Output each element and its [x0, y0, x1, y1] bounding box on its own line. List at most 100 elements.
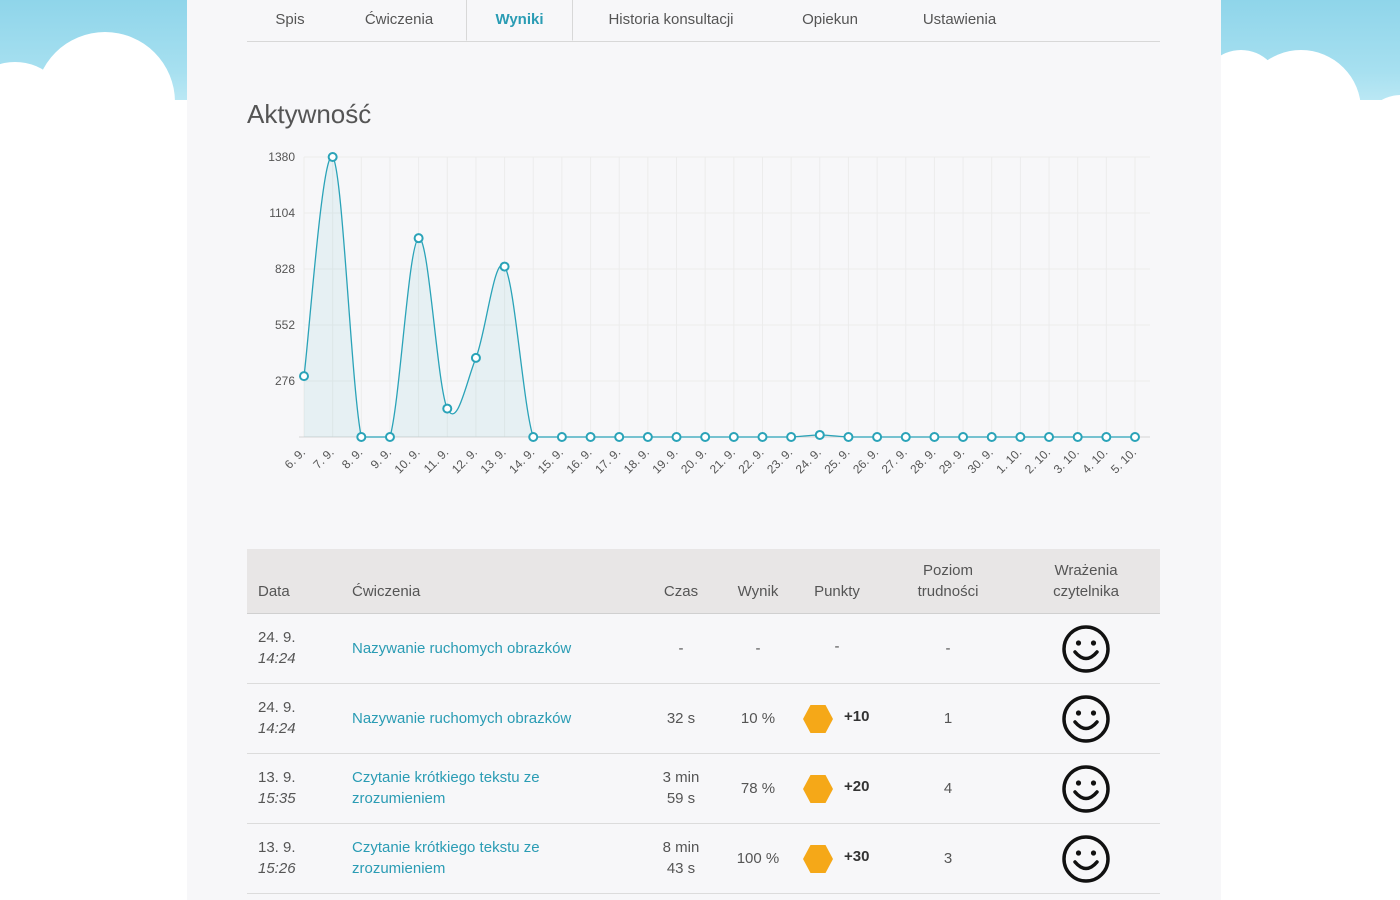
row-points: +20 — [844, 778, 870, 795]
x-tick-label: 10. 9. — [392, 445, 423, 476]
row-time-of-day: 15:26 — [258, 860, 296, 877]
x-tick-label: 30. 9. — [965, 445, 996, 476]
header-time: Czas — [663, 583, 699, 600]
row-duration-line2: 59 s — [666, 790, 696, 807]
tab-bar: Spis Ćwiczenia Wyniki Historia konsultac… — [247, 0, 1160, 42]
data-point — [872, 432, 883, 442]
y-tick-label: 276 — [275, 374, 295, 388]
table-row-1: 24. 9. 14:24 Nazywanie ruchomych obrazkó… — [247, 614, 1160, 684]
data-point — [470, 352, 481, 363]
row-duration: - — [678, 640, 684, 657]
data-point — [1072, 432, 1083, 442]
data-point — [843, 432, 854, 442]
table-row-4: 13. 9. 15:26 Czytanie krótkiego tekstu z… — [247, 824, 1160, 894]
smiley-face-icon[interactable] — [1061, 834, 1111, 884]
row-level: - — [945, 640, 951, 657]
x-tick-label: 7. 9. — [310, 445, 336, 471]
x-tick-label: 29. 9. — [936, 445, 967, 476]
row-level: 4 — [943, 780, 953, 797]
x-tick-label: 1. 10. — [993, 445, 1024, 476]
row-date: 13. 9. — [258, 769, 296, 786]
x-tick-label: 9. 9. — [368, 445, 394, 471]
tab-opiekun[interactable]: Opiekun — [787, 0, 873, 41]
row-points: - — [834, 638, 840, 655]
data-point — [299, 371, 309, 382]
row-exercise-link[interactable]: Nazywanie ruchomych obrazków — [352, 638, 571, 659]
x-tick-label: 2. 10. — [1022, 445, 1053, 476]
data-point — [900, 432, 911, 442]
tab-spis[interactable]: Spis — [247, 0, 333, 41]
x-tick-label: 3. 10. — [1051, 445, 1082, 476]
x-tick-label: 23. 9. — [764, 445, 795, 476]
row-exercise-link-line2[interactable]: zrozumieniem — [352, 788, 445, 809]
row-time-of-day: 15:35 — [258, 790, 296, 807]
data-point — [642, 432, 653, 442]
row-score: 100 % — [736, 850, 780, 867]
row-exercise-link[interactable]: Czytanie krótkiego tekstu ze — [352, 837, 540, 858]
header-impression-line1: Wrażenia — [1054, 562, 1118, 579]
data-point — [1130, 432, 1140, 442]
y-tick-label: 1380 — [268, 150, 295, 164]
y-tick-label: 828 — [275, 262, 295, 276]
table-body: 24. 9. 14:24 Nazywanie ruchomych obrazkó… — [247, 614, 1160, 894]
table-row-2: 24. 9. 14:24 Nazywanie ruchomych obrazkó… — [247, 684, 1160, 754]
series-area — [304, 156, 1135, 438]
row-date: 24. 9. — [258, 629, 296, 646]
main-panel: Spis Ćwiczenia Wyniki Historia konsultac… — [187, 0, 1221, 900]
tab-wyniki[interactable]: Wyniki — [466, 0, 573, 41]
data-point — [442, 403, 453, 414]
data-point — [728, 432, 739, 442]
x-tick-label: 17. 9. — [592, 445, 623, 476]
points-hexagon-icon — [803, 775, 833, 803]
points-hexagon-icon — [803, 845, 833, 873]
data-point — [671, 432, 682, 442]
tab-historia-konsultacji[interactable]: Historia konsultacji — [588, 0, 754, 41]
y-tick-label: 1104 — [269, 206, 295, 220]
row-exercise-link[interactable]: Czytanie krótkiego tekstu ze — [352, 767, 540, 788]
data-point — [929, 432, 940, 442]
data-point — [1015, 432, 1026, 442]
points-hexagon-icon — [803, 705, 833, 733]
x-tick-label: 14. 9. — [506, 445, 537, 476]
header-date: Data — [258, 583, 290, 600]
smiley-face-icon[interactable] — [1061, 624, 1111, 674]
data-point — [413, 233, 424, 244]
data-point — [1101, 432, 1112, 442]
x-tick-label: 25. 9. — [821, 445, 852, 476]
header-exercise: Ćwiczenia — [352, 583, 421, 600]
data-point — [585, 432, 596, 442]
data-point — [614, 432, 625, 442]
row-date: 13. 9. — [258, 839, 296, 856]
x-tick-label: 22. 9. — [735, 445, 766, 476]
header-level-line1: Poziom — [922, 562, 974, 579]
activity-chart: 276 552 828 1104 1380 6. 9. 7. 9. 8. 9. 9. 9.10.… — [268, 150, 1150, 476]
row-exercise-link[interactable]: Nazywanie ruchomych obrazków — [352, 708, 571, 729]
row-points: +30 — [844, 848, 870, 865]
tab-ustawienia[interactable]: Ustawienia — [907, 0, 1012, 41]
data-point — [499, 261, 510, 272]
tab-cwiczenia[interactable]: Ćwiczenia — [349, 0, 449, 41]
data-point — [327, 152, 338, 162]
x-tick-label: 26. 9. — [850, 445, 881, 476]
row-level: 3 — [943, 850, 953, 867]
x-tick-label: 12. 9. — [449, 445, 480, 476]
smiley-face-icon[interactable] — [1061, 694, 1111, 744]
smiley-face-icon[interactable] — [1061, 764, 1111, 814]
row-duration: 32 s — [666, 710, 696, 727]
row-points: +10 — [844, 708, 870, 725]
x-tick-label: 11. 9. — [421, 445, 452, 476]
data-point — [958, 432, 969, 442]
row-score: 78 % — [740, 780, 776, 797]
x-tick-label: 27. 9. — [879, 445, 910, 476]
row-exercise-link-line2[interactable]: zrozumieniem — [352, 858, 445, 879]
row-duration-line2: 43 s — [666, 860, 696, 877]
header-level-line2: trudności — [917, 583, 979, 600]
x-tick-label: 4. 10. — [1079, 445, 1110, 476]
sky-left-decoration — [0, 0, 187, 900]
row-duration: 8 min — [662, 839, 700, 856]
data-point — [786, 432, 797, 442]
results-table: Data Ćwiczenia Czas Wynik Punkty Poziom … — [247, 549, 1160, 894]
row-level: 1 — [943, 710, 953, 727]
x-tick-label: 8. 9. — [339, 445, 365, 471]
x-tick-label: 18. 9. — [621, 445, 652, 476]
